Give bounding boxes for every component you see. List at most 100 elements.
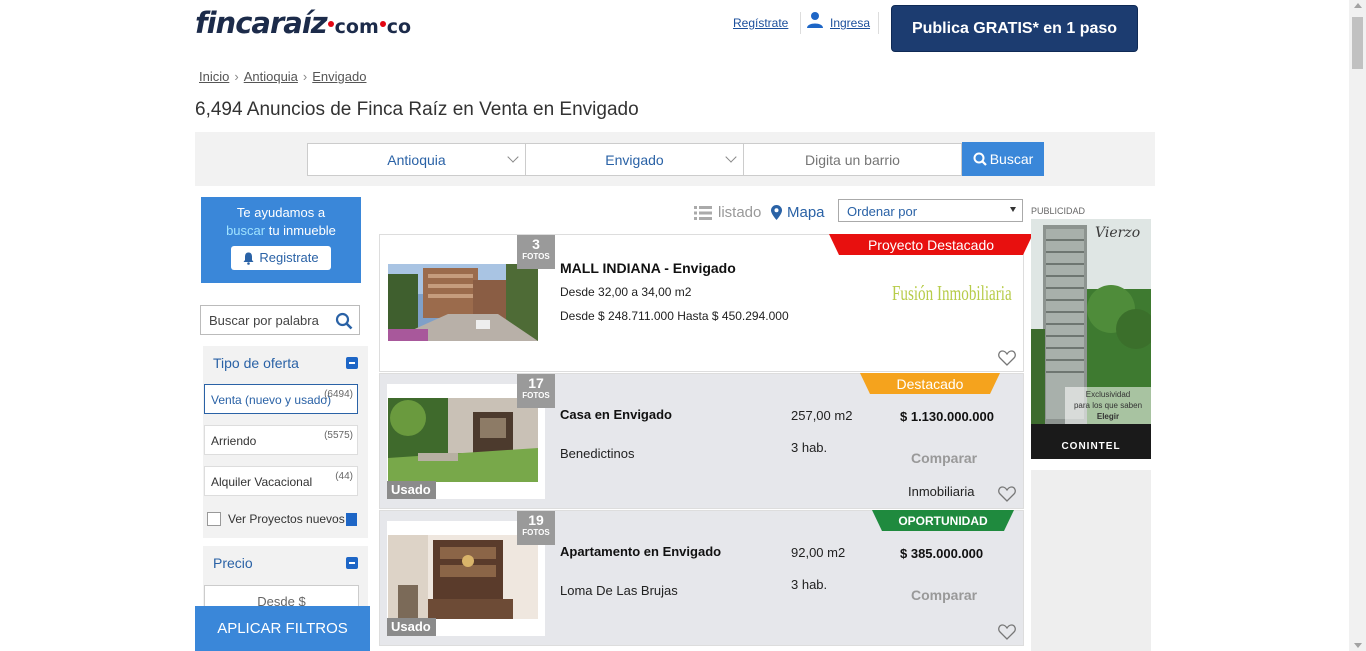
listing-neighborhood: Loma De Las Brujas — [560, 583, 678, 598]
favorite-heart-icon[interactable] — [998, 350, 1016, 366]
compare-button[interactable]: Comparar — [911, 450, 977, 466]
scroll-up-icon[interactable] — [1354, 3, 1362, 8]
breadcrumb-envigado[interactable]: Envigado — [312, 69, 366, 84]
breadcrumb-inicio[interactable]: Inicio — [199, 69, 229, 84]
agency-logo[interactable]: Fusión Inmobiliaria — [892, 281, 1012, 306]
offer-option-venta[interactable]: Venta (nuevo y usado) (6494) — [204, 384, 358, 414]
ad-label: PUBLICIDAD — [1031, 206, 1086, 216]
scroll-thumb[interactable] — [1352, 17, 1363, 69]
login-link[interactable]: Ingresa — [830, 16, 870, 30]
list-view-toggle[interactable]: listado — [694, 204, 761, 221]
help-line1: Te ayudamos a — [236, 205, 326, 220]
listing-photo-frame[interactable]: 3 FOTOS — [387, 235, 555, 360]
page-title: 6,494 Anuncios de Finca Raíz en Venta en… — [195, 99, 639, 120]
register-link[interactable]: Regístrate — [733, 16, 788, 30]
page-scrollbar[interactable] — [1349, 0, 1366, 651]
offer-option-arriendo[interactable]: Arriendo (5575) — [204, 425, 358, 455]
list-icon — [694, 205, 712, 220]
logo-dot-2 — [379, 21, 386, 27]
advertisement-placeholder — [1031, 470, 1151, 651]
advertisement-banner[interactable]: Vierzo Exclusividad para los que saben E… — [1031, 219, 1151, 459]
list-view-label: listado — [718, 204, 762, 221]
price-title: Precio — [213, 555, 253, 571]
offer-option-label: Arriendo — [211, 434, 257, 448]
photo-count-label: FOTOS — [522, 391, 550, 400]
building-icon — [346, 513, 357, 526]
map-view-label: Mapa — [787, 204, 825, 221]
keyword-search-field[interactable]: Buscar por palabra — [200, 305, 360, 335]
listing-photo-frame[interactable]: 17 FOTOS Usado — [387, 374, 555, 499]
offer-option-label: Venta (nuevo y usado) — [211, 393, 332, 407]
photo-count: 3 — [532, 236, 540, 252]
photo-count-badge: 19 FOTOS — [517, 511, 555, 545]
condition-badge: Usado — [387, 618, 436, 636]
offer-type-title: Tipo de oferta — [213, 355, 299, 371]
breadcrumb: Inicio › Antioquia › Envigado — [199, 69, 366, 84]
listing-photo[interactable] — [388, 535, 538, 619]
scroll-down-icon[interactable] — [1354, 643, 1362, 648]
featured-project-ribbon: Proyecto Destacado — [829, 234, 1033, 255]
department-select[interactable]: Antioquia — [307, 143, 526, 176]
offer-option-count: (44) — [335, 471, 353, 482]
listing-title[interactable]: MALL INDIANA - Envigado — [560, 260, 736, 276]
offer-option-vacacional[interactable]: Alquiler Vacacional (44) — [204, 466, 358, 496]
listing-card[interactable]: 17 FOTOS Usado Destacado Casa en Envigado… — [379, 373, 1024, 509]
listing-price-range: Desde $ 248.711.000 Hasta $ 450.294.000 — [560, 309, 789, 323]
projects-checkbox[interactable] — [207, 512, 221, 526]
user-icon[interactable] — [806, 11, 824, 29]
listing-price: $ 385.000.000 — [900, 546, 984, 561]
listing-title[interactable]: Casa en Envigado — [560, 407, 672, 422]
sidebar-register-button[interactable]: Registrate — [231, 246, 331, 270]
listing-card[interactable]: 19 FOTOS Usado OPORTUNIDAD Apartamento en… — [379, 510, 1024, 646]
chevron-down-icon — [507, 151, 519, 163]
listing-neighborhood: Benedictinos — [560, 446, 635, 461]
photo-count-label: FOTOS — [522, 528, 550, 537]
map-view-toggle[interactable]: Mapa — [771, 204, 825, 221]
photo-count: 19 — [528, 512, 544, 528]
listing-seller[interactable]: Inmobiliaria — [908, 484, 974, 499]
listing-card[interactable]: 3 FOTOS Proyecto Destacado MALL INDIANA -… — [379, 234, 1033, 372]
collapse-icon[interactable] — [346, 357, 358, 369]
breadcrumb-antioquia[interactable]: Antioquia — [244, 69, 298, 84]
listing-photo[interactable] — [388, 398, 538, 482]
sidebar-register-label: Registrate — [259, 250, 319, 265]
map-pin-icon — [771, 205, 782, 220]
collapse-icon[interactable] — [346, 557, 358, 569]
listing-area: Desde 32,00 a 34,00 m2 — [560, 285, 692, 299]
compare-button[interactable]: Comparar — [911, 587, 977, 603]
search-icon[interactable] — [335, 312, 353, 330]
listing-rooms: 3 hab. — [791, 440, 828, 455]
listing-photo-frame[interactable]: 19 FOTOS Usado — [387, 511, 555, 636]
city-select[interactable]: Envigado — [525, 143, 744, 176]
apply-filters-button[interactable]: APLICAR FILTROS — [195, 606, 370, 651]
listing-area: 257,00 m2 — [791, 408, 853, 423]
price-header[interactable]: Precio — [203, 546, 368, 582]
favorite-heart-icon[interactable] — [998, 624, 1016, 640]
listing-title[interactable]: Apartamento en Envigado — [560, 544, 721, 559]
publish-button[interactable]: Publica GRATIS* en 1 paso — [891, 5, 1138, 52]
listing-price: $ 1.130.000.000 — [900, 409, 994, 424]
help-box: Te ayudamos a buscar tu inmueble Registr… — [201, 197, 361, 283]
keyword-placeholder: Buscar por palabra — [209, 312, 319, 328]
logo-main: fincaraíz — [195, 6, 328, 40]
ad-tagline-3: Elegir — [1096, 412, 1120, 421]
projects-checkbox-row[interactable]: Ver Proyectos nuevos — [207, 512, 345, 526]
search-button[interactable]: Buscar — [962, 142, 1044, 176]
barrio-input[interactable] — [743, 143, 962, 176]
photo-count: 17 — [528, 375, 544, 391]
site-logo[interactable]: fincaraíz com co — [195, 6, 411, 40]
ad-tagline: Exclusividad para los que saben Elegir — [1065, 387, 1151, 424]
order-select[interactable]: Ordenar por — [838, 199, 1023, 222]
ad-brand: Vierzo — [1095, 225, 1141, 241]
header-divider-2 — [878, 12, 879, 34]
order-label: Ordenar por — [847, 204, 918, 219]
offer-type-header[interactable]: Tipo de oferta — [203, 346, 368, 382]
favorite-heart-icon[interactable] — [998, 486, 1016, 502]
page: fincaraíz com co Regístrate Ingresa Public… — [0, 0, 1366, 651]
offer-option-count: (5575) — [324, 430, 353, 441]
department-value: Antioquia — [387, 151, 446, 168]
listing-photo[interactable] — [388, 264, 538, 341]
ad-tagline-2: para los que saben — [1073, 401, 1143, 410]
photo-count-badge: 3 FOTOS — [517, 235, 555, 269]
photo-count-label: FOTOS — [522, 252, 550, 261]
